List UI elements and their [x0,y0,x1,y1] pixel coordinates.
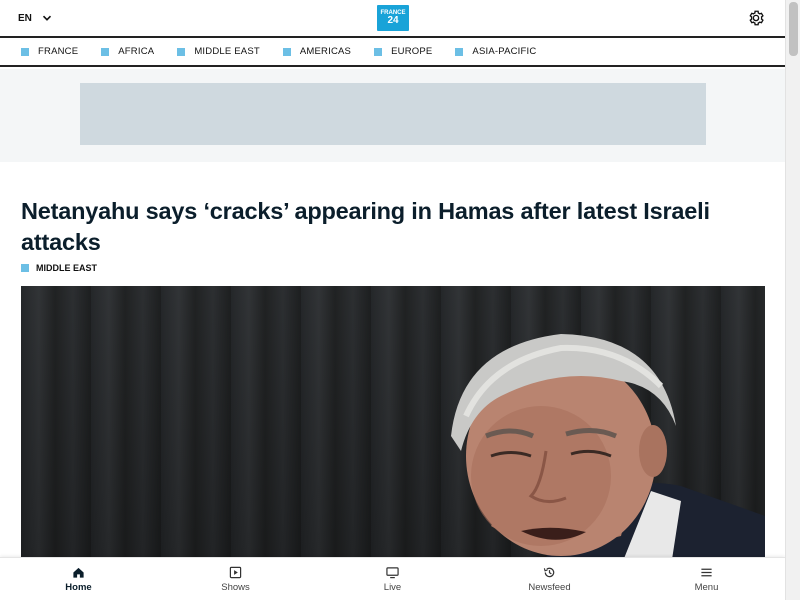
section-nav: FRANCE AFRICA MIDDLE EAST AMERICAS EUROP… [0,36,785,67]
article-headline[interactable]: Netanyahu says ‘cracks’ appearing in Ham… [21,196,751,258]
chevron-down-icon [42,15,51,21]
tab-label: Menu [694,581,719,593]
tv-icon [386,566,399,578]
nav-item-middle-east[interactable]: MIDDLE EAST [177,46,260,57]
ad-placeholder[interactable] [80,83,706,145]
nav-item-label: FRANCE [38,46,79,57]
accent-square [101,47,110,56]
language-selector[interactable]: EN [18,13,52,24]
gear-icon[interactable] [747,9,765,27]
accent-square [177,47,186,56]
bottom-tab-bar: Home Shows Live Newsfeed Menu [0,557,785,600]
top-header: EN FRANCE 24 [0,0,785,36]
nav-item-americas[interactable]: AMERICAS [282,46,352,57]
nav-item-asia-pacific[interactable]: ASIA-PACIFIC [455,46,536,57]
nav-item-label: AMERICAS [299,46,352,57]
home-icon [73,567,84,578]
logo-number: 24 [387,15,399,26]
portrait-illustration [451,334,765,566]
play-icon [229,566,242,578]
tab-label: Home [65,581,92,593]
vertical-scrollbar[interactable] [785,0,800,600]
tab-live[interactable]: Live [314,558,471,600]
language-label: EN [18,12,32,24]
ad-band [0,69,785,162]
tab-shows[interactable]: Shows [157,558,314,600]
tab-label: Live [383,581,402,593]
page: EN FRANCE 24 FRANCE AFRICA MIDDLE EAST A… [0,0,785,600]
tab-label: Shows [221,581,250,593]
accent-square [374,47,383,56]
menu-icon [701,568,712,576]
tab-home[interactable]: Home [0,558,157,600]
accent-square [21,264,29,272]
article-category[interactable]: MIDDLE EAST [21,263,97,273]
category-label: MIDDLE EAST [36,263,98,273]
france24-logo[interactable]: FRANCE 24 [377,5,409,31]
tab-menu[interactable]: Menu [628,558,785,600]
nav-item-africa[interactable]: AFRICA [101,46,154,57]
accent-square [21,47,29,56]
nav-item-label: MIDDLE EAST [194,46,260,57]
nav-item-europe[interactable]: EUROPE [374,46,432,57]
scrollbar-thumb[interactable] [789,2,798,56]
nav-item-label: ASIA-PACIFIC [472,46,537,57]
article-photo[interactable] [21,286,765,566]
nav-item-label: EUROPE [391,46,433,57]
nav-item-label: AFRICA [118,46,155,57]
tab-label: Newsfeed [528,581,571,593]
nav-item-france[interactable]: FRANCE [21,46,78,57]
accent-square [282,47,291,56]
history-icon [543,567,555,577]
accent-square [455,47,464,56]
tab-newsfeed[interactable]: Newsfeed [471,558,628,600]
